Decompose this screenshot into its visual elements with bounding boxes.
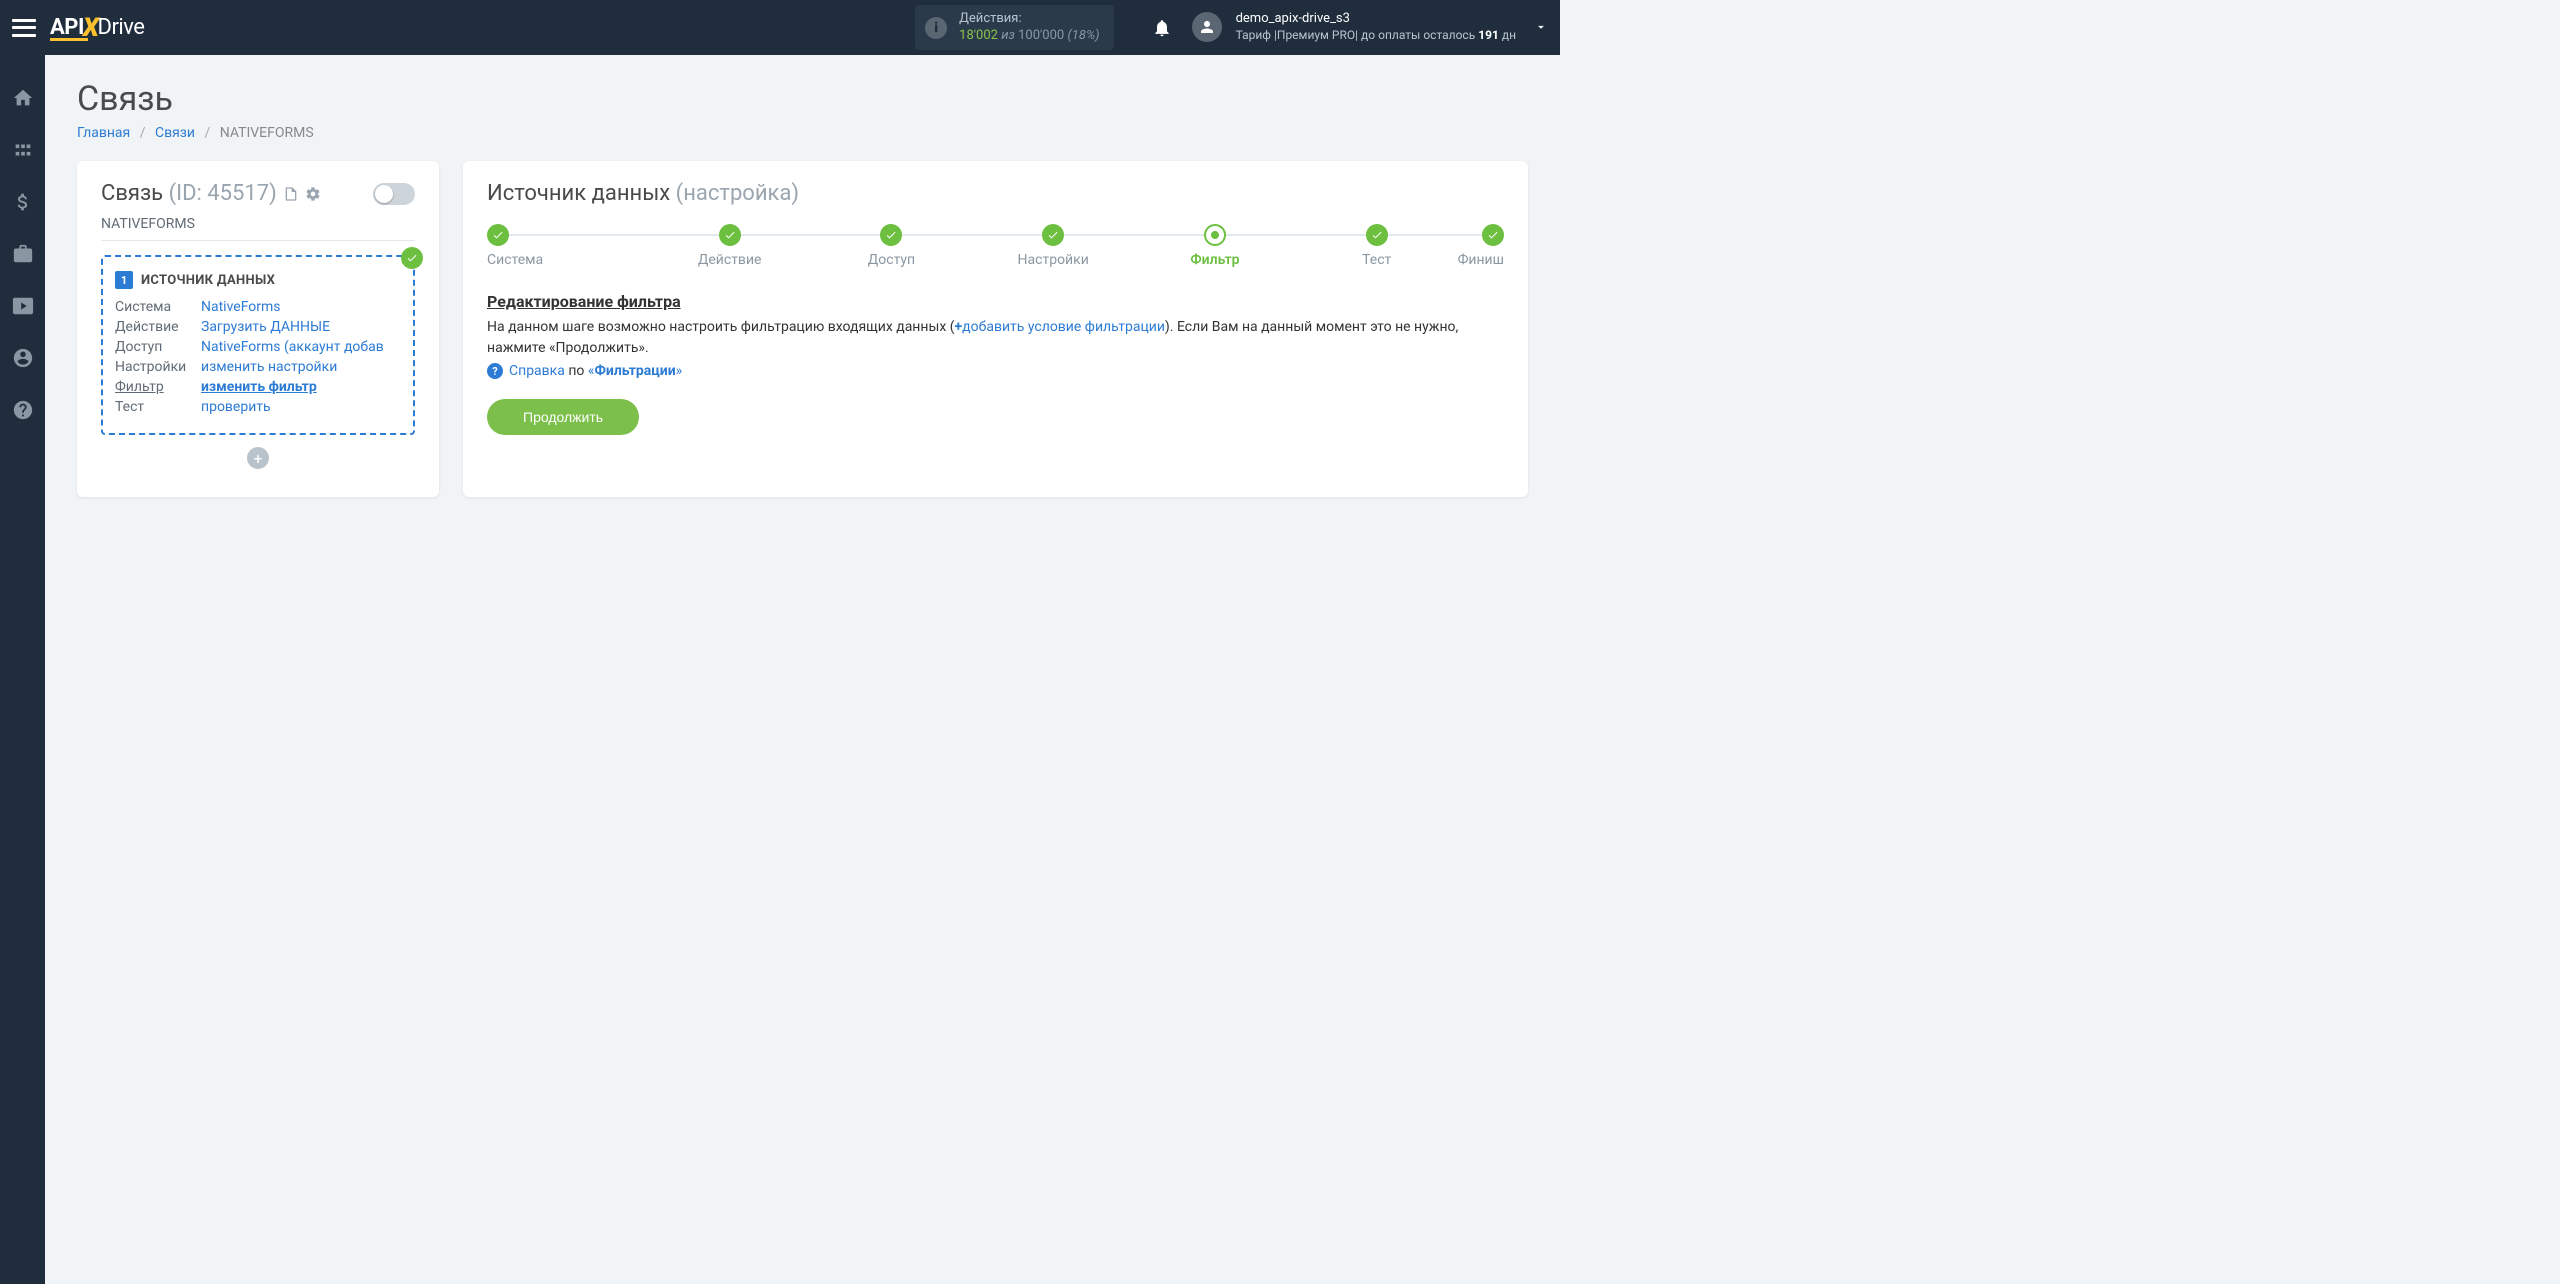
source-box: 1 ИСТОЧНИК ДАННЫХ СистемаNativeForms Дей… — [101, 255, 415, 435]
row-system: СистемаNativeForms — [115, 299, 401, 315]
question-icon: ? — [487, 363, 503, 379]
actions-counter[interactable]: i Действия: 18'002 из 100'000 (18%) — [915, 5, 1113, 51]
step-dot — [719, 224, 741, 246]
help-line: ? Справка по «Фильтрации» — [487, 363, 1504, 379]
briefcase-icon[interactable] — [12, 243, 34, 265]
tariff-prefix: Тариф |Премиум PRO| до оплаты осталось — [1236, 28, 1479, 42]
row-settings: Настройкиизменить настройки — [115, 359, 401, 375]
step-финиш[interactable]: Финиш — [1458, 224, 1504, 268]
help-link[interactable]: Справка — [509, 363, 565, 379]
bell-icon[interactable] — [1152, 18, 1172, 38]
step-dot — [1204, 224, 1226, 246]
step-label: Тест — [1296, 252, 1458, 268]
rc-title: Источник данных — [487, 181, 670, 206]
actions-pct: (18%) — [1067, 28, 1099, 43]
step-dot — [1482, 224, 1504, 246]
actions-iz: из — [1001, 28, 1015, 43]
settings-card: Источник данных (настройка) СистемаДейст… — [463, 161, 1528, 497]
page-title: Связь — [77, 79, 1528, 119]
billing-icon[interactable] — [12, 191, 34, 213]
card-id: (ID: 45517) — [169, 181, 277, 206]
logo[interactable]: API X Drive — [50, 13, 144, 43]
logo-api: API — [50, 15, 84, 40]
row-filter: Фильтризменить фильтр — [115, 379, 401, 395]
connections-icon[interactable] — [12, 139, 34, 161]
source-badge: 1 — [115, 271, 133, 289]
main-content: Связь Главная / Связи / NATIVEFORMS Связ… — [45, 55, 1560, 521]
step-label: Настройки — [972, 252, 1134, 268]
step-настройки[interactable]: Настройки — [972, 224, 1134, 268]
document-icon[interactable] — [283, 186, 299, 202]
step-label: Доступ — [811, 252, 973, 268]
home-icon[interactable] — [12, 87, 34, 109]
connection-name: NATIVEFORMS — [101, 216, 415, 241]
step-label: Финиш — [1458, 252, 1504, 268]
source-title: ИСТОЧНИК ДАННЫХ — [141, 273, 275, 288]
user-menu[interactable]: demo_apix-drive_s3 Тариф |Премиум PRO| д… — [1192, 11, 1548, 43]
avatar-icon — [1192, 12, 1222, 42]
actions-used: 18'002 — [959, 28, 998, 43]
card-title-text: Связь — [101, 181, 163, 206]
step-dot — [1042, 224, 1064, 246]
header: API X Drive i Действия: 18'002 из 100'00… — [0, 0, 1560, 55]
step-dot — [487, 224, 509, 246]
tariff-suffix: дн — [1499, 28, 1516, 42]
stepper: СистемаДействиеДоступНастройкиФильтрТест… — [487, 224, 1504, 268]
profile-icon[interactable] — [12, 347, 34, 369]
row-test: Тестпроверить — [115, 399, 401, 415]
gear-icon[interactable] — [305, 186, 321, 202]
step-dot — [1366, 224, 1388, 246]
sidebar — [0, 55, 45, 1284]
info-icon: i — [925, 17, 947, 39]
step-тест[interactable]: Тест — [1296, 224, 1458, 268]
step-dot — [880, 224, 902, 246]
breadcrumb-home[interactable]: Главная — [77, 125, 130, 141]
add-filter-link[interactable]: добавить условие фильтрации — [962, 319, 1165, 335]
row-access: ДоступNativeForms (аккаунт добав — [115, 339, 401, 355]
connection-card: Связь (ID: 45517) NATIVEFORMS 1 ИСТОЧНИК… — [77, 161, 439, 497]
rc-subtitle: (настройка) — [676, 181, 799, 206]
continue-button[interactable]: Продолжить — [487, 399, 639, 435]
chevron-down-icon — [1534, 20, 1548, 34]
breadcrumb-current: NATIVEFORMS — [220, 125, 314, 141]
video-icon[interactable] — [12, 295, 34, 317]
step-фильтр[interactable]: Фильтр — [1134, 224, 1296, 268]
step-label: Фильтр — [1134, 252, 1296, 268]
step-действие[interactable]: Действие — [649, 224, 811, 268]
step-label: Действие — [649, 252, 811, 268]
breadcrumb-links[interactable]: Связи — [155, 125, 195, 141]
check-icon — [401, 247, 423, 269]
step-система[interactable]: Система — [487, 224, 649, 268]
actions-label: Действия: — [959, 11, 1099, 28]
logo-drive: Drive — [98, 15, 145, 40]
actions-total: 100'000 — [1018, 28, 1064, 43]
help-strong[interactable]: Фильтрации — [594, 363, 675, 379]
menu-icon[interactable] — [12, 19, 36, 37]
section-title: Редактирование фильтра — [487, 292, 1504, 311]
enable-toggle[interactable] — [373, 183, 415, 205]
breadcrumb: Главная / Связи / NATIVEFORMS — [77, 125, 1528, 141]
row-action: ДействиеЗагрузить ДАННЫЕ — [115, 319, 401, 335]
step-label: Система — [487, 252, 649, 268]
filter-text-before: На данном шаге возможно настроить фильтр… — [487, 319, 955, 335]
step-доступ[interactable]: Доступ — [811, 224, 973, 268]
user-name: demo_apix-drive_s3 — [1236, 11, 1516, 28]
tariff-days: 191 — [1478, 28, 1499, 42]
help-icon[interactable] — [12, 399, 34, 421]
add-destination-button[interactable]: + — [247, 447, 269, 469]
